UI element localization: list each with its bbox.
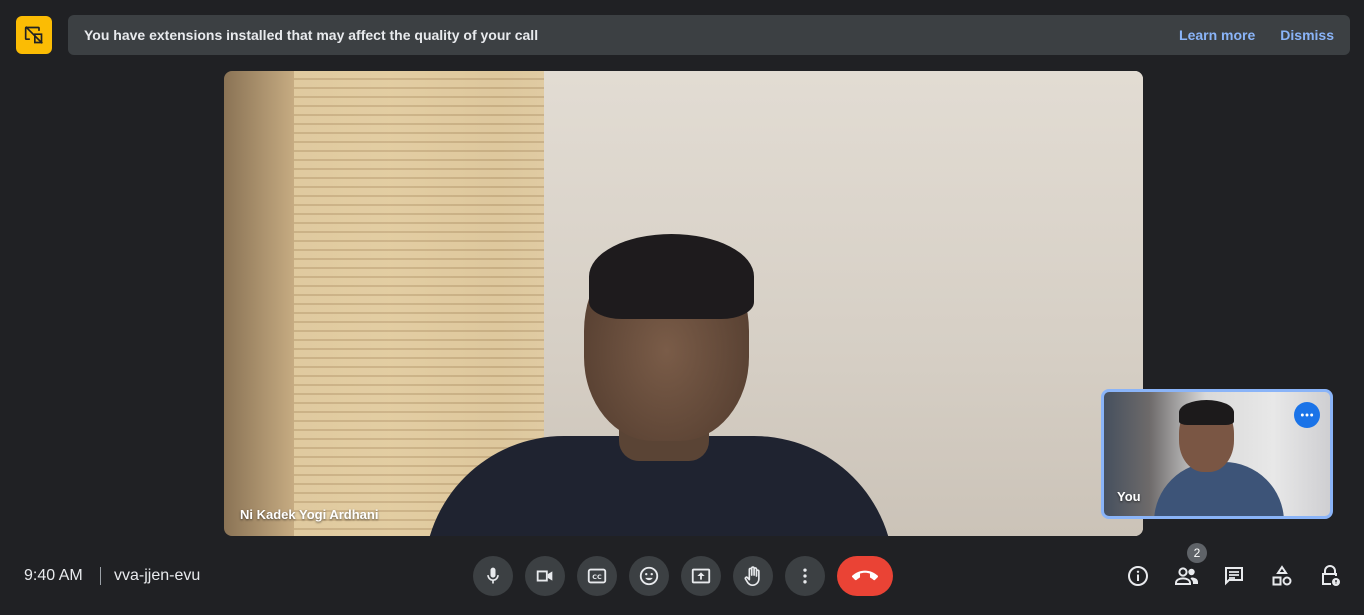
self-label: You: [1117, 489, 1141, 504]
meeting-details-button[interactable]: [1123, 561, 1153, 591]
info-icon: [1128, 566, 1148, 586]
more-vert-icon: [803, 568, 807, 584]
self-video: [1154, 462, 1284, 516]
present-screen-icon: [691, 568, 711, 584]
extensions-banner: You have extensions installed that may a…: [68, 15, 1350, 55]
activities-icon: [1272, 565, 1292, 586]
raise-hand-button[interactable]: [733, 556, 773, 596]
reactions-button[interactable]: [629, 556, 669, 596]
chat-button[interactable]: [1219, 561, 1249, 591]
host-controls-icon: [1322, 565, 1340, 586]
chat-icon: [1225, 567, 1243, 586]
more-horiz-icon[interactable]: [1294, 402, 1320, 428]
main-participant-tile[interactable]: Ni Kadek Yogi Ardhani: [224, 71, 1143, 536]
closed-caption-icon: CC: [587, 568, 607, 584]
mic-icon: [487, 567, 499, 584]
host-controls-button[interactable]: [1315, 561, 1345, 591]
meeting-time: 9:40 AM: [24, 567, 83, 584]
microphone-button[interactable]: [473, 556, 513, 596]
extension-warning-icon: [16, 16, 52, 54]
meeting-code: vva-jjen-evu: [114, 567, 201, 584]
people-icon: [1175, 567, 1198, 585]
activities-button[interactable]: [1267, 561, 1297, 591]
emoji-icon: [639, 566, 659, 586]
self-view-tile[interactable]: You: [1101, 389, 1333, 519]
captions-button[interactable]: CC: [577, 556, 617, 596]
more-options-button[interactable]: [785, 556, 825, 596]
videocam-icon: [536, 570, 553, 582]
camera-button[interactable]: [525, 556, 565, 596]
svg-text:CC: CC: [592, 573, 602, 581]
dismiss-button[interactable]: Dismiss: [1280, 27, 1334, 43]
people-button[interactable]: [1172, 561, 1202, 591]
learn-more-link[interactable]: Learn more: [1179, 27, 1255, 43]
divider: [100, 567, 101, 585]
people-count-badge: 2: [1187, 543, 1207, 563]
leave-call-button[interactable]: [837, 556, 893, 596]
hand-icon: [744, 566, 760, 586]
participant-name: Ni Kadek Yogi Ardhani: [240, 507, 379, 522]
present-button[interactable]: [681, 556, 721, 596]
banner-message: You have extensions installed that may a…: [84, 27, 539, 43]
call-end-icon: [852, 570, 878, 581]
